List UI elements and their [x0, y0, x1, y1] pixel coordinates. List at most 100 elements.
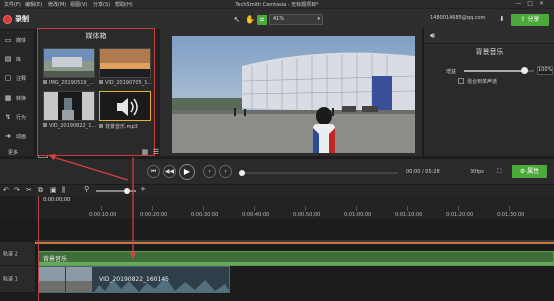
fullscreen-icon[interactable]: ⛶ — [497, 168, 501, 176]
media-thumb-image[interactable] — [43, 48, 95, 78]
hand-tool-icon[interactable]: ✋ — [245, 15, 255, 25]
account-email[interactable]: 1480014685@qq.com — [430, 15, 485, 21]
record-label: 录制 — [15, 15, 29, 23]
record-button[interactable]: 录制 — [3, 14, 29, 24]
ruler-tick-line — [101, 206, 102, 211]
crop-tool-icon[interactable]: ⌗ — [257, 15, 267, 25]
thumbnail-video — [100, 49, 150, 77]
library-icon: ▤ — [4, 55, 12, 63]
track-2-header[interactable]: 轨道 2 — [0, 242, 35, 266]
rewind-icon[interactable]: ◀◀ — [163, 165, 176, 178]
more-button[interactable]: 更多 — [8, 149, 18, 156]
tool-label: 库 — [16, 56, 22, 63]
previous-icon[interactable]: ‹ — [203, 165, 216, 178]
maximize-button[interactable]: □ — [527, 0, 539, 7]
chevron-down-icon: ▾ — [317, 16, 320, 22]
gain-slider-handle[interactable] — [520, 67, 528, 74]
tool-annotation[interactable]: ▢ 注释 — [0, 69, 35, 87]
ruler-tick-line — [356, 206, 357, 211]
tool-animation[interactable]: ➜ 动画 — [0, 127, 35, 145]
timeline-zoom-handle[interactable] — [124, 188, 130, 194]
copy-icon[interactable]: ⧉ — [38, 186, 43, 195]
media-thumb-audio[interactable] — [99, 91, 151, 121]
gain-fill — [464, 70, 524, 72]
video-clip[interactable]: VID_20190822_160145 — [38, 266, 230, 293]
record-icon — [3, 14, 12, 24]
minimize-button[interactable]: — — [515, 0, 527, 7]
download-icon[interactable]: ⬇ — [499, 15, 505, 23]
properties-button-label: 属性 — [527, 168, 540, 175]
close-button[interactable]: ✕ — [539, 0, 550, 7]
split-icon[interactable]: ⫼ — [62, 186, 65, 195]
tool-sidebar: ▭ 媒体 ▤ 库 ▢ 注释 ▦ 转换 ↯ 行为 ➜ 动画 — [0, 30, 35, 156]
ruler-tick-line — [203, 206, 204, 211]
media-thumb-video-1[interactable] — [99, 48, 151, 78]
next-icon[interactable]: › — [219, 165, 232, 178]
tool-behavior[interactable]: ↯ 行为 — [0, 108, 35, 126]
playback-bar: ⏮ ◀◀ ▶ ‹ › 00:00 / 05:28 30fps ⛶ ⚙ 属性 — [0, 158, 554, 185]
ruler-tick-label: 0:00:50;00 — [293, 212, 321, 218]
window-controls: —□✕ — [515, 0, 550, 7]
ruler-tick-line — [305, 206, 306, 211]
ruler-tick-label: 0:01:30;00 — [497, 212, 525, 218]
share-button[interactable]: ⇪ 分享 — [511, 14, 549, 26]
tool-transition[interactable]: ▦ 转换 — [0, 89, 35, 107]
undo-icon[interactable]: ↶ — [3, 186, 9, 194]
redo-icon[interactable]: ↷ — [14, 186, 20, 194]
gain-slider[interactable] — [464, 67, 534, 74]
share-label: 分享 — [527, 16, 540, 23]
media-thumb-video-2[interactable] — [43, 91, 95, 121]
zoom-out-icon[interactable]: ⚲ — [84, 185, 89, 193]
timecode: 00:00 / 05:28 — [406, 169, 440, 175]
playhead[interactable] — [38, 196, 39, 301]
media-label: IMG_20190519_... — [43, 80, 98, 86]
ruler-tick-line — [509, 206, 510, 211]
timeline-zoom-slider[interactable] — [96, 188, 136, 194]
media-icon: ▭ — [4, 36, 12, 44]
gain-label: 增益 — [446, 69, 457, 75]
ruler-tick-label: 0:01:00;00 — [344, 212, 372, 218]
tool-label: 行为 — [16, 114, 27, 121]
ruler-tick-line — [407, 206, 408, 211]
gain-value-input[interactable]: 100% — [537, 66, 553, 75]
paste-icon[interactable]: ▣ — [50, 186, 57, 194]
track-1-header[interactable]: 轨道 1 — [0, 266, 35, 293]
properties-panel: 🔊︎ 背景音乐 增益 100% 混合到单声道 — [423, 28, 554, 156]
ruler-tick-label: 0:00:20;00 — [140, 212, 168, 218]
thumbnail-photo — [44, 49, 94, 77]
properties-title: 背景音乐 — [475, 48, 504, 56]
media-bin-title: 媒体箱 — [85, 32, 107, 40]
zoom-in-icon[interactable]: + — [140, 185, 146, 193]
mix-mono-checkbox[interactable] — [458, 78, 464, 84]
canvas-area — [160, 28, 422, 156]
tool-label: 转换 — [16, 95, 27, 102]
media-label: VID_20190705_1... — [99, 80, 154, 86]
media-label: VID_20190822_1... — [43, 123, 98, 129]
preview-canvas[interactable] — [172, 36, 415, 153]
tool-library[interactable]: ▤ 库 — [0, 50, 35, 68]
timeline-ruler[interactable]: 0:00:00;00 0:00:10;00 0:00:20;00 0:00:30;0… — [35, 196, 554, 220]
ruler-tick-label: 0:00:10;00 — [89, 212, 117, 218]
annotation-icon: ▢ — [4, 74, 12, 82]
audio-clip[interactable]: 背景音乐 — [38, 251, 554, 266]
cut-icon[interactable]: ✂ — [26, 186, 32, 194]
menu-bar: 文件(F) 编辑(E) 修改(M) 视图(V) 分享(S) 帮助(H) Tech… — [0, 0, 554, 9]
scrub-bar[interactable] — [239, 170, 398, 176]
scrub-handle[interactable] — [239, 170, 245, 176]
grid-view-icon[interactable]: ▦ — [140, 148, 150, 157]
pointer-tool-icon[interactable]: ↖ — [232, 15, 242, 25]
play-button[interactable]: ▶ — [179, 164, 195, 180]
properties-button[interactable]: ⚙ 属性 — [512, 165, 547, 178]
animation-icon: ➜ — [5, 132, 11, 140]
zoom-select[interactable]: 41% ▾ — [269, 14, 323, 25]
fps-label: 30fps — [470, 169, 484, 175]
mix-mono-label: 混合到单声道 — [467, 79, 498, 85]
step-back-icon[interactable]: ⏮ — [147, 165, 160, 178]
ruler-tick-line — [458, 206, 459, 211]
window-title: TechSmith Camtasia - 无标题项目* — [235, 2, 319, 8]
timeline-toolbar: ↶ ↷ ✂ ⧉ ▣ ⫼ ⚲ + — [0, 185, 554, 196]
ruler-tick-line — [152, 206, 153, 211]
tool-media[interactable]: ▭ 媒体 — [0, 31, 35, 49]
zoom-value: 41% — [273, 16, 285, 22]
audio-tab-icon[interactable]: 🔊︎ — [430, 31, 435, 41]
